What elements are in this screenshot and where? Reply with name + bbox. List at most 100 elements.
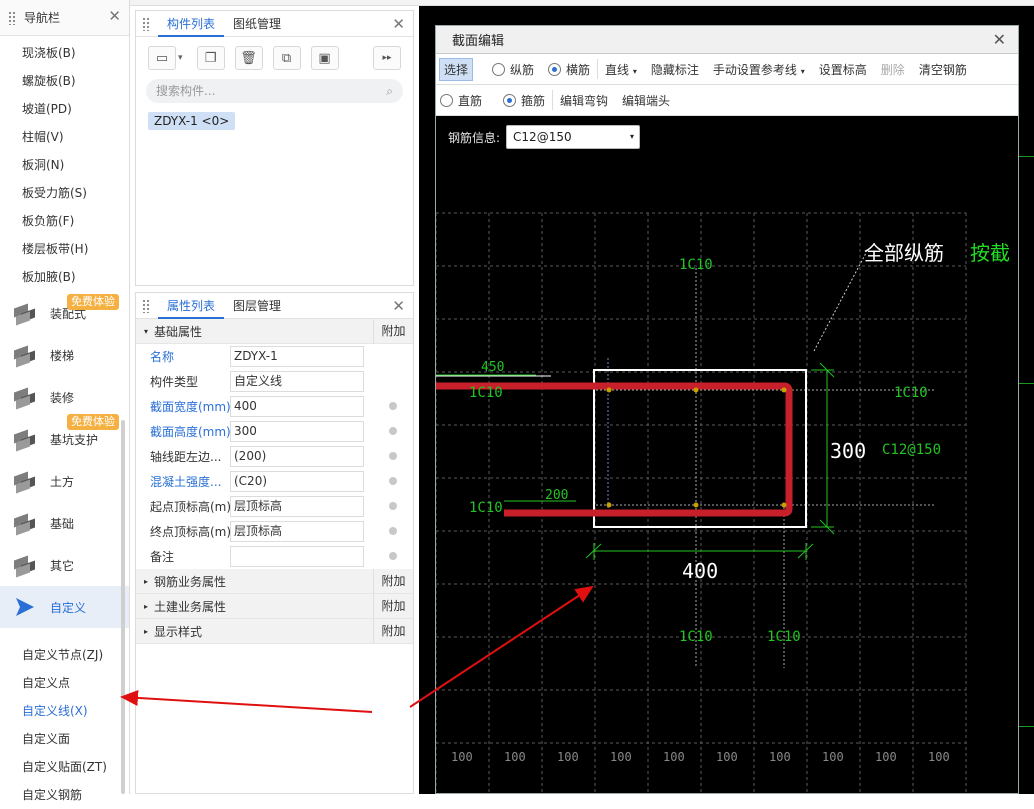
search-input[interactable]: 搜索构件... ⌕ <box>146 79 403 103</box>
search-icon[interactable]: ⌕ <box>386 79 393 103</box>
nav-subitem[interactable]: 自定义线(X) <box>0 697 129 725</box>
grip-icon[interactable] <box>8 10 16 25</box>
separator <box>597 59 599 79</box>
green-line <box>1019 383 1034 384</box>
close-icon[interactable]: ✕ <box>993 30 1006 49</box>
nav-subitem[interactable]: 板负筋(F) <box>0 207 129 235</box>
edit-hook-button[interactable]: 编辑弯钩 <box>560 92 608 109</box>
component-tabbar: 构件列表 图纸管理 ✕ <box>136 11 413 37</box>
attach-checkbox[interactable] <box>389 527 397 535</box>
property-value-field[interactable]: 300 <box>230 421 364 442</box>
attach-checkbox[interactable] <box>389 552 397 560</box>
decoration-icon <box>12 386 38 410</box>
clear-rebar-button[interactable]: 清空钢筋 <box>919 61 967 78</box>
property-value-field[interactable]: 层顶标高 <box>230 496 364 517</box>
attach-checkbox[interactable] <box>389 402 397 410</box>
nav-subitem[interactable]: 自定义节点(ZJ) <box>0 641 129 669</box>
property-value-field[interactable]: (200) <box>230 446 364 467</box>
property-panel: 属性列表 图层管理 ✕ ▾ 基础属性 附加 名称 ZDYX-1 构件类型 自定义线 截面… <box>135 292 414 794</box>
nav-category[interactable]: 基坑支护 免费体验 <box>0 414 129 460</box>
rebar-info-select[interactable]: C12@150 ▾ <box>506 125 641 149</box>
nav-category[interactable]: 装配式 免费体验 <box>0 292 129 334</box>
add-column-header: 附加 <box>373 318 413 344</box>
property-value-field[interactable]: ZDYX-1 <box>230 346 364 367</box>
chevron-down-icon[interactable]: ▾ <box>178 53 183 63</box>
grid-label: 100 <box>504 750 526 764</box>
expand-icon[interactable]: ▸ <box>144 602 148 611</box>
attach-checkbox[interactable] <box>389 477 397 485</box>
expand-icon[interactable]: ▸ <box>144 577 148 586</box>
select-button[interactable]: 选择 <box>439 57 474 81</box>
property-value-field[interactable] <box>230 546 364 567</box>
rebar-point <box>693 387 699 393</box>
nav-subitem[interactable]: 螺旋板(B) <box>0 67 129 95</box>
tab-component-list[interactable]: 构件列表 <box>158 11 225 37</box>
nav-subitem[interactable]: 板受力筋(S) <box>0 179 129 207</box>
nav-subitem[interactable]: 自定义点 <box>0 669 129 697</box>
radio-transverse[interactable]: 横筋 <box>548 61 590 78</box>
nav-subitem[interactable]: 自定义钢筋 <box>0 781 129 809</box>
delete-icon[interactable]: 🗑 <box>234 46 263 70</box>
copy-icon[interactable]: ❐ <box>196 46 225 70</box>
close-icon[interactable]: ✕ <box>392 15 405 33</box>
nav-category[interactable]: 楼梯 <box>0 334 129 376</box>
green-line <box>1019 726 1034 727</box>
delete-button[interactable]: 删除 <box>881 61 905 78</box>
nav-subitem[interactable]: 板加腋(B) <box>0 263 129 291</box>
dialog-titlebar[interactable]: 截面编辑 ✕ <box>436 26 1018 54</box>
grip-icon[interactable] <box>142 298 150 313</box>
radio-longitudinal[interactable]: 纵筋 <box>492 61 534 78</box>
component-item[interactable]: ZDYX-1 <0> <box>148 112 236 130</box>
property-value-field[interactable]: 400 <box>230 396 364 417</box>
expand-icon[interactable]: ▸ <box>144 627 148 636</box>
nav-category-label: 装修 <box>50 390 75 405</box>
grip-icon[interactable] <box>142 16 150 31</box>
nav-category[interactable]: 基础 <box>0 502 129 544</box>
property-group[interactable]: ▸ 钢筋业务属性 附加 <box>136 568 413 594</box>
property-value-field[interactable]: 层顶标高 <box>230 521 364 542</box>
new-component-icon[interactable]: ▭ <box>148 46 176 70</box>
radio-stirrup[interactable]: 箍筋 <box>503 92 545 109</box>
stairs-icon <box>12 344 38 368</box>
nav-category-label: 基础 <box>50 516 75 531</box>
property-group[interactable]: ▸ 土建业务属性 附加 <box>136 593 413 619</box>
nav-scrollbar[interactable] <box>121 420 125 794</box>
nav-subitem[interactable]: 自定义贴面(ZT) <box>0 753 129 781</box>
property-value-field[interactable]: 自定义线 <box>230 371 364 392</box>
nav-subitem[interactable]: 楼层板带(H) <box>0 235 129 263</box>
duplicate-icon[interactable]: ⧉ <box>272 46 301 70</box>
grid-label: 100 <box>557 750 579 764</box>
more-icon[interactable]: ▸▸ <box>373 46 401 70</box>
nav-subitem[interactable]: 自定义面 <box>0 725 129 753</box>
attach-checkbox[interactable] <box>389 502 397 510</box>
close-icon[interactable]: ✕ <box>108 7 121 25</box>
nav-category[interactable]: 其它 <box>0 544 129 586</box>
group-basic[interactable]: ▾ 基础属性 附加 <box>136 318 413 344</box>
tab-layer-manage[interactable]: 图层管理 <box>224 293 290 319</box>
nav-category[interactable]: 装修 <box>0 376 129 418</box>
earthwork-icon <box>12 470 38 494</box>
hide-label-button[interactable]: 隐藏标注 <box>651 61 699 78</box>
attach-checkbox[interactable] <box>389 427 397 435</box>
radio-straight[interactable]: 直筋 <box>440 92 482 109</box>
nav-category[interactable]: 土方 <box>0 460 129 502</box>
nav-subitem[interactable]: 柱帽(V) <box>0 123 129 151</box>
attach-checkbox[interactable] <box>389 452 397 460</box>
section-canvas[interactable]: 全部纵筋 按截 1C10 450 1C10 1C10 300 C12@150 2… <box>436 158 1020 795</box>
line-dropdown[interactable]: 直线 ▾ <box>605 61 637 78</box>
property-group[interactable]: ▸ 显示样式 附加 <box>136 618 413 644</box>
save-icon[interactable]: ▣ <box>310 46 339 70</box>
manual-ref-dropdown[interactable]: 手动设置参考线 ▾ <box>713 61 805 78</box>
nav-subitem[interactable]: 板洞(N) <box>0 151 129 179</box>
close-icon[interactable]: ✕ <box>392 297 405 315</box>
property-value-field[interactable]: (C20) <box>230 471 364 492</box>
nav-category[interactable]: 自定义 <box>0 586 129 628</box>
tab-drawing-manage[interactable]: 图纸管理 <box>224 11 290 37</box>
nav-subitem[interactable]: 现浇板(B) <box>0 39 129 67</box>
tab-property-list[interactable]: 属性列表 <box>158 293 225 319</box>
set-elevation-button[interactable]: 设置标高 <box>819 61 867 78</box>
edit-end-button[interactable]: 编辑端头 <box>622 92 670 109</box>
collapse-icon[interactable]: ▾ <box>144 327 148 336</box>
property-row: 构件类型 自定义线 <box>136 369 413 394</box>
nav-subitem[interactable]: 坡道(PD) <box>0 95 129 123</box>
